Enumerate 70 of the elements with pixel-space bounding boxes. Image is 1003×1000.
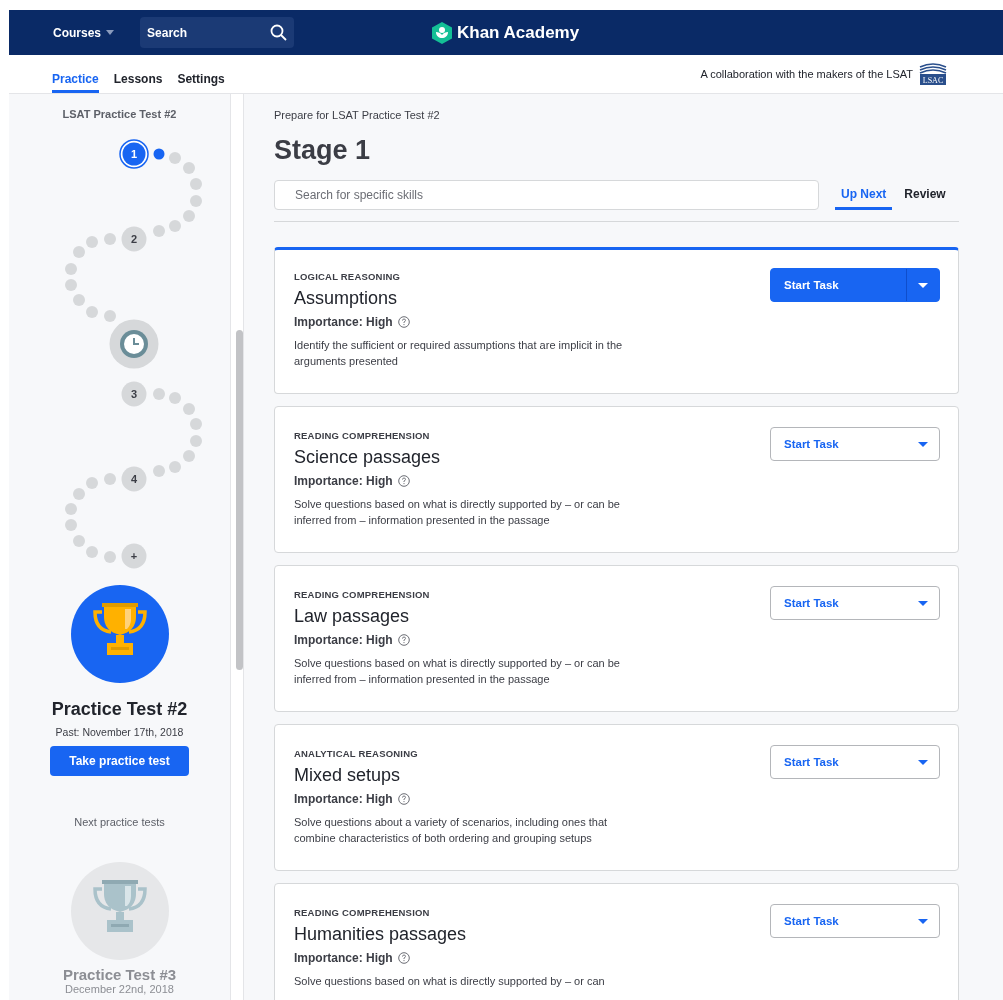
scrollbar[interactable] (236, 330, 243, 670)
start-task-button[interactable]: Start Task (770, 745, 940, 779)
help-icon[interactable] (397, 316, 410, 328)
importance-label: Importance: High (294, 474, 393, 488)
view-tab[interactable]: Up Next (835, 180, 893, 210)
task-title: Assumptions (294, 288, 399, 309)
trophy-icon (70, 862, 169, 960)
task-description: Solve questions based on what is directly supported by – or can be inferred from – information presented in the passage (294, 656, 621, 687)
stage-node[interactable]: 2 (121, 226, 146, 252)
caret-icon (106, 30, 115, 35)
view-tab[interactable]: Review (898, 180, 952, 210)
importance-label: Importance: High (294, 951, 393, 965)
start-task-label-button[interactable]: Start Task (771, 587, 906, 619)
task-title: Mixed setups (294, 765, 402, 786)
caret-icon (918, 759, 928, 765)
caret-icon (918, 918, 928, 924)
start-task-button[interactable]: Start Task (770, 268, 940, 302)
help-icon[interactable] (397, 475, 410, 487)
task-category: READING COMPREHENSION (294, 589, 431, 600)
caret-icon (918, 600, 928, 606)
stage-node[interactable]: 1 (118, 139, 149, 169)
take-practice-test-button[interactable]: Take practice test (50, 746, 189, 776)
partner-logo: LSAC (919, 63, 947, 85)
task-category: READING COMPREHENSION (294, 430, 431, 441)
stage-node[interactable]: 3 (121, 381, 146, 407)
start-task-button[interactable]: Start Task (770, 586, 940, 620)
trophy-icon (70, 585, 169, 683)
start-task-label-button[interactable]: Start Task (771, 428, 906, 460)
task-description: Solve questions based on what is directly supported by – or can (294, 974, 606, 989)
caret-icon (918, 282, 928, 288)
practice-test-date: Past: November 17th, 2018 (55, 726, 184, 738)
start-task-button[interactable]: Start Task (770, 427, 940, 461)
task-category: LOGICAL REASONING (294, 271, 402, 282)
search-field[interactable]: Search (140, 17, 295, 48)
start-task-label-button[interactable]: Start Task (771, 905, 906, 937)
stage-heading: Stage 1 (274, 135, 372, 166)
site-logo-text: Khan Academy (457, 23, 580, 43)
collaboration-note: A collaboration with the makers of the LSAT (700, 68, 913, 80)
breadcrumb: Prepare for LSAT Practice Test #2 (274, 109, 441, 121)
start-task-label-button[interactable]: Start Task (771, 269, 906, 301)
skill-search-field[interactable]: Search for specific skills (274, 180, 819, 210)
start-task-button[interactable]: Start Task (770, 904, 940, 938)
practice-test-title: Practice Test #3 (62, 966, 177, 983)
search-icon (270, 24, 288, 41)
task-title: Law passages (294, 606, 411, 627)
task-description: Identify the sufficient or required assumptions that are implicit in the arguments presented (294, 338, 624, 369)
next-tests-heading: Next practice tests (74, 816, 165, 828)
start-task-label-button[interactable]: Start Task (771, 746, 906, 778)
task-category: ANALYTICAL REASONING (294, 748, 419, 759)
practice-test-title: Practice Test #2 (51, 699, 188, 720)
task-title: Humanities passages (294, 924, 468, 945)
nav-tab[interactable]: Lessons (113, 55, 163, 93)
help-icon[interactable] (397, 952, 410, 964)
importance-label: Importance: High (294, 633, 393, 647)
sidebar-title: LSAT Practice Test #2 (62, 108, 177, 122)
task-description: Solve questions based on what is directly supported by – or can be inferred from – information presented in the passage (294, 497, 621, 528)
caret-icon (918, 441, 928, 447)
help-icon[interactable] (397, 634, 410, 646)
task-description: Solve questions about a variety of scenarios, including ones that combine characteristics of both ordering and grouping setups (294, 815, 609, 846)
courses-menu[interactable]: Courses (53, 25, 115, 40)
help-icon[interactable] (397, 793, 410, 805)
stage-node[interactable]: + (121, 543, 146, 569)
leaf-hexagon-logo-icon (432, 22, 452, 44)
importance-label: Importance: High (294, 792, 393, 806)
stage-node[interactable]: 4 (121, 466, 146, 492)
task-title: Science passages (294, 447, 442, 468)
nav-tab[interactable]: Settings (177, 55, 225, 93)
practice-test-date: December 22nd, 2018 (65, 983, 174, 995)
importance-label: Importance: High (294, 315, 393, 329)
task-category: READING COMPREHENSION (294, 907, 431, 918)
